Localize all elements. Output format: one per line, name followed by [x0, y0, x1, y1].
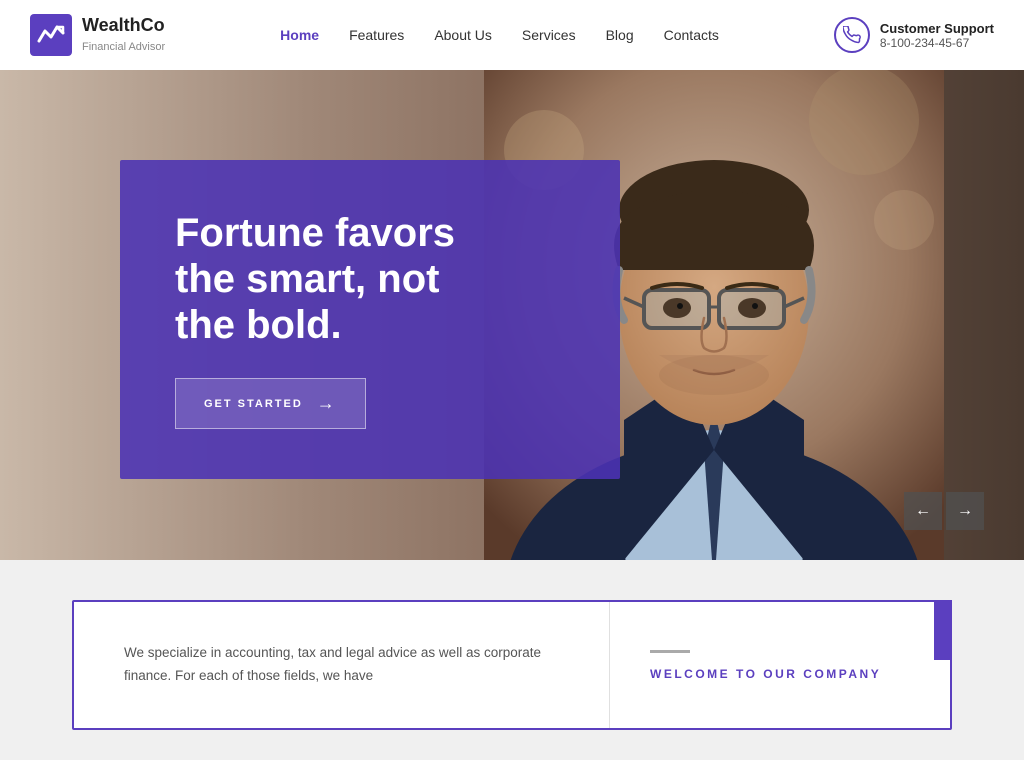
nav-blog[interactable]: Blog: [594, 21, 646, 49]
support-area: Customer Support 8-100-234-45-67: [834, 17, 994, 53]
card-body-text-area: We specialize in accounting, tax and leg…: [74, 602, 610, 728]
slider-nav: ← →: [904, 492, 984, 530]
slider-next-button[interactable]: →: [946, 492, 984, 530]
welcome-divider: [650, 650, 690, 653]
main-nav: Home Features About Us Services Blog Con…: [268, 21, 731, 49]
slider-prev-button[interactable]: ←: [904, 492, 942, 530]
logo-icon: [30, 14, 72, 56]
support-text: Customer Support 8-100-234-45-67: [880, 21, 994, 50]
company-intro-card: We specialize in accounting, tax and leg…: [72, 600, 952, 730]
hero-section: Fortune favorsthe smart, notthe bold. GE…: [0, 70, 1024, 560]
support-phone: 8-100-234-45-67: [880, 36, 994, 50]
logo-text: WealthCo Financial Advisor: [82, 15, 165, 55]
nav-contacts[interactable]: Contacts: [652, 21, 731, 49]
site-header: WealthCo Financial Advisor Home Features…: [0, 0, 1024, 70]
nav-about[interactable]: About Us: [422, 21, 504, 49]
logo-name: WealthCo: [82, 15, 165, 37]
support-label: Customer Support: [880, 21, 994, 36]
logo-area: WealthCo Financial Advisor: [30, 14, 165, 56]
card-welcome-area: WELCOME TO OUR COMPANY: [610, 602, 950, 728]
get-started-button[interactable]: GET STARTED →: [175, 378, 366, 429]
cta-arrow-icon: →: [317, 393, 337, 414]
phone-icon: [834, 17, 870, 53]
logo-subtitle: Financial Advisor: [82, 41, 165, 53]
nav-home[interactable]: Home: [268, 21, 331, 49]
hero-headline: Fortune favorsthe smart, notthe bold.: [175, 210, 565, 348]
cta-label: GET STARTED: [204, 398, 303, 410]
below-hero-section: We specialize in accounting, tax and leg…: [0, 560, 1024, 760]
hero-overlay-box: Fortune favorsthe smart, notthe bold. GE…: [120, 160, 620, 479]
company-body-text: We specialize in accounting, tax and leg…: [124, 642, 559, 688]
nav-services[interactable]: Services: [510, 21, 588, 49]
welcome-label: WELCOME TO OUR COMPANY: [650, 667, 910, 681]
nav-features[interactable]: Features: [337, 21, 416, 49]
